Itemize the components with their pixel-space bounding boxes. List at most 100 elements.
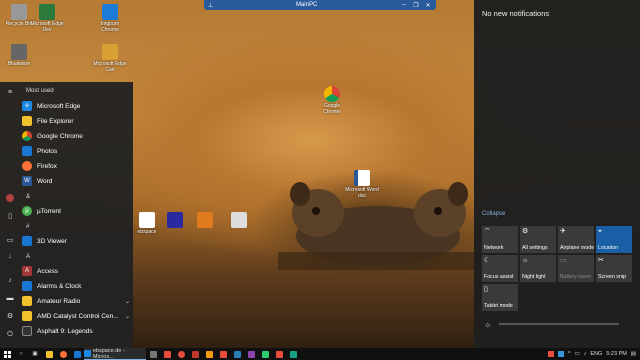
app-icon	[197, 212, 213, 228]
taskbar-app-9[interactable]	[258, 348, 272, 360]
word-icon: W	[22, 176, 32, 186]
gear-icon[interactable]: ⚙	[5, 312, 15, 321]
desktop-icon-app-2[interactable]	[188, 212, 222, 229]
app-item-google-chrome[interactable]: Google Chrome	[22, 129, 130, 143]
app-icon	[247, 350, 255, 358]
hamburger-icon[interactable]: ≡	[5, 88, 15, 97]
pictures-icon[interactable]: ▭	[5, 236, 15, 245]
edge-icon: e	[22, 101, 32, 111]
restore-icon[interactable]: ❐	[412, 2, 420, 9]
network-icon[interactable]: ▭	[574, 351, 579, 357]
taskbar-app-5[interactable]	[202, 348, 216, 360]
action-center: No new notifications Collapse ⌔ Network …	[474, 0, 640, 348]
chevron-up-icon[interactable]: ^	[568, 351, 571, 357]
folder-icon[interactable]: ▬	[5, 294, 15, 303]
tile-location[interactable]: ⌖ Location	[596, 226, 632, 253]
app-item-photos[interactable]: Photos	[22, 144, 130, 158]
folder-icon	[45, 350, 53, 358]
start-button[interactable]	[0, 348, 14, 360]
tile-tablet-mode[interactable]: ▯ Tablet mode	[482, 284, 518, 311]
app-item-amd-catalyst[interactable]: AMD Catalyst Control Cen... ⌄	[22, 309, 130, 323]
imgburn-icon	[102, 4, 118, 20]
minimize-icon[interactable]: –	[400, 2, 408, 9]
taskbar-app-firefox[interactable]	[56, 348, 70, 360]
remote-desktop-bar[interactable]: ⊥ MainPC – ❐ ✕	[204, 0, 436, 10]
clock[interactable]: 5:23 PM	[606, 351, 626, 357]
store-icon	[73, 350, 81, 358]
app-item-amateur-radio[interactable]: Amateur Radio ⌄	[22, 294, 130, 308]
taskbar-app-edge-window[interactable]: ebspace.de - Micros...	[84, 348, 146, 360]
desktop-icon-app-3[interactable]	[222, 212, 256, 229]
document-icon[interactable]: ▯	[5, 212, 15, 221]
app-item-file-explorer[interactable]: File Explorer	[22, 114, 130, 128]
desktop-icon-bloatware[interactable]: Bloatware	[2, 44, 36, 67]
app-item-word[interactable]: W Word	[22, 174, 130, 188]
user-avatar[interactable]	[6, 194, 14, 202]
app-item-access[interactable]: A Access	[22, 264, 130, 278]
remote-session-title: MainPC	[295, 2, 318, 8]
taskbar-app-10[interactable]	[272, 348, 286, 360]
app-item-microsoft-edge[interactable]: e Microsoft Edge	[22, 99, 130, 113]
chrome-icon	[324, 86, 340, 102]
brightness-slider[interactable]: ☼	[484, 318, 634, 330]
taskbar-app-store[interactable]	[70, 348, 84, 360]
start-menu: ≡ ▯ ▭ ↓ ♪ ▬ ⚙ ⏻ Most used e Microsoft Ed…	[0, 82, 133, 348]
music-icon[interactable]: ♪	[5, 276, 15, 285]
group-header-hash[interactable]: #	[26, 224, 29, 230]
app-item-firefox[interactable]: Firefox	[22, 159, 130, 173]
close-icon[interactable]: ✕	[424, 2, 432, 9]
tile-night-light[interactable]: ☼ Night light	[520, 255, 556, 282]
taskbar-app-6[interactable]	[216, 348, 230, 360]
app-item-utorrent[interactable]: µ µTorrent	[22, 204, 130, 218]
moon-icon: ☾	[484, 257, 491, 264]
edge-dev-icon	[39, 4, 55, 20]
collapse-link[interactable]: Collapse	[482, 211, 505, 217]
search-button[interactable]: ○	[14, 348, 28, 360]
taskbar-app-7[interactable]	[230, 348, 244, 360]
desktop-icon-imgburn[interactable]: Imgburn Chrome	[93, 4, 127, 33]
edge-icon	[84, 350, 91, 357]
desktop-icon-chrome[interactable]: Google Chrome	[315, 86, 349, 115]
desktop-icon-edge-canary[interactable]: Microsoft Edge Can	[93, 44, 127, 73]
group-header-a[interactable]: A	[26, 254, 30, 260]
tray-app-icon[interactable]	[557, 351, 564, 357]
notifications-icon[interactable]: ▤	[631, 351, 636, 357]
tablet-icon: ▯	[484, 286, 488, 293]
desktop-icon-word-doc[interactable]: Microsoft Word doc	[345, 170, 379, 199]
brightness-track[interactable]	[499, 323, 620, 325]
group-header-ampersand[interactable]: &	[26, 194, 30, 200]
folder-icon	[22, 116, 32, 126]
taskbar-app-folder[interactable]	[42, 348, 56, 360]
network-icon: ⌔	[484, 228, 491, 235]
app-item-alarms-clock[interactable]: Alarms & Clock	[22, 279, 130, 293]
tile-all-settings[interactable]: ⚙ All settings	[520, 226, 556, 253]
task-view-button[interactable]: ▣	[28, 348, 42, 360]
power-icon[interactable]: ⏻	[5, 330, 15, 339]
tray-app-icon[interactable]	[547, 351, 554, 357]
taskbar-app-2[interactable]	[160, 348, 174, 360]
tile-battery-saver[interactable]: ▭ Battery saver	[558, 255, 594, 282]
tile-screen-snip[interactable]: ✂ Screen snip	[596, 255, 632, 282]
chrome-icon	[22, 131, 32, 141]
app-item-asphalt-9[interactable]: Asphalt 9: Legends	[22, 324, 130, 338]
utorrent-icon: µ	[22, 206, 32, 216]
app-item-3d-viewer[interactable]: 3D Viewer	[22, 234, 130, 248]
taskbar-app-1[interactable]	[146, 348, 160, 360]
tile-focus-assist[interactable]: ☾ Focus assist	[482, 255, 518, 282]
app-icon	[261, 350, 269, 358]
taskbar-app-8[interactable]	[244, 348, 258, 360]
volume-icon[interactable]: ♪	[584, 351, 587, 357]
system-tray: ^ ▭ ♪ ENG 5:23 PM ▤	[547, 351, 640, 357]
pin-icon[interactable]: ⊥	[208, 2, 213, 9]
language-indicator[interactable]: ENG	[590, 351, 602, 357]
taskbar-app-3[interactable]	[174, 348, 188, 360]
taskbar-app-4[interactable]	[188, 348, 202, 360]
desktop-icon-app-1[interactable]	[158, 212, 192, 229]
3d-viewer-icon	[22, 236, 32, 246]
tile-airplane-mode[interactable]: ✈ Airplane mode	[558, 226, 594, 253]
scissors-icon: ✂	[598, 257, 604, 264]
downloads-icon[interactable]: ↓	[5, 252, 15, 261]
tile-network[interactable]: ⌔ Network	[482, 226, 518, 253]
desktop-icon-edge-dev[interactable]: Microsoft Edge Dev	[30, 4, 64, 33]
taskbar-app-11[interactable]	[286, 348, 300, 360]
